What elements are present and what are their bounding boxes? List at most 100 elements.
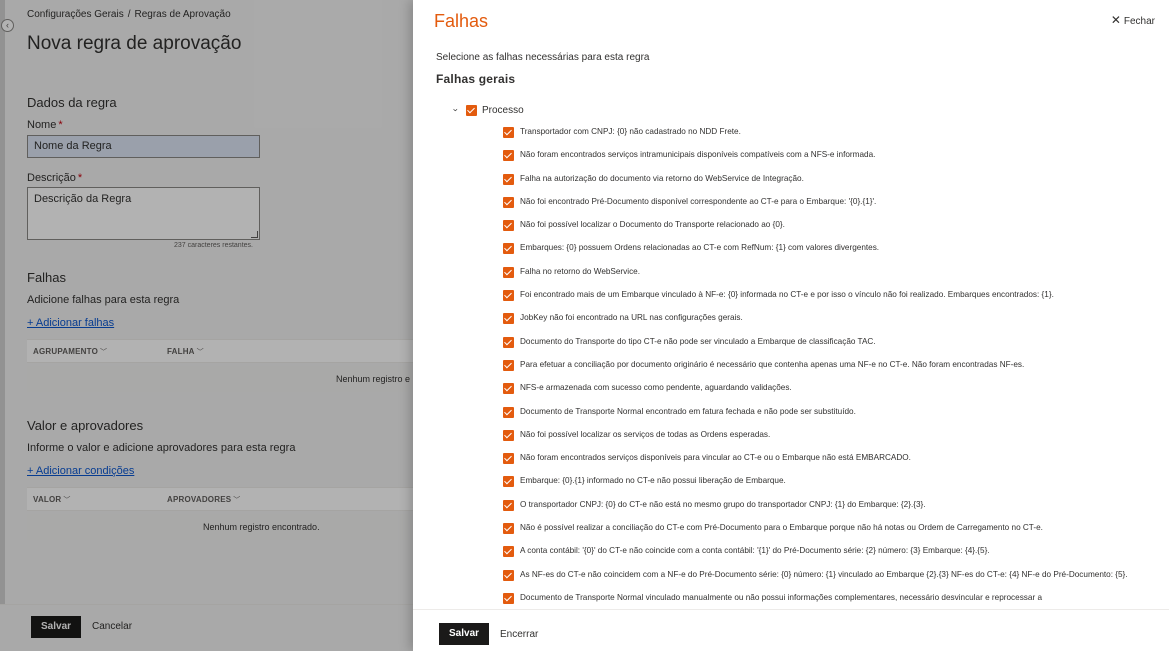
- falha-item[interactable]: Para efetuar a conciliação por documento…: [503, 359, 1143, 371]
- checkmark-icon[interactable]: [503, 243, 514, 255]
- checkmark-icon[interactable]: [503, 196, 514, 208]
- breadcrumb-separator: /: [127, 9, 131, 20]
- column-header-agrupamento[interactable]: AGRUPAMENTO ﹀: [33, 347, 107, 357]
- description-textarea[interactable]: Descrição da Regra: [27, 187, 260, 240]
- falha-item[interactable]: Falha no retorno do WebService.: [503, 266, 1143, 278]
- valor-description: Informe o valor e adicione aprovadores p…: [27, 442, 296, 454]
- empty-message: Nenhum registro encontrado.: [203, 522, 320, 532]
- required-mark: *: [58, 119, 63, 131]
- checkmark-icon[interactable]: [503, 429, 514, 441]
- cancel-button[interactable]: Cancelar: [92, 621, 132, 632]
- valor-table-header: VALOR ﹀ APROVADORES ﹀: [27, 487, 413, 511]
- checkmark-icon[interactable]: [503, 313, 514, 325]
- checkmark-icon[interactable]: [503, 592, 514, 604]
- char-count: 237 caracteres restantes.: [174, 242, 253, 249]
- falha-item[interactable]: NFS-e armazenada com sucesso como penden…: [503, 382, 1143, 395]
- empty-message: Nenhum registro e: [336, 374, 411, 384]
- checkmark-icon[interactable]: [503, 499, 514, 511]
- name-label: Nome *: [27, 119, 63, 131]
- save-button[interactable]: Salvar: [31, 616, 82, 638]
- falha-item[interactable]: Não foi encontrado Pré-Documento disponí…: [503, 196, 1143, 208]
- falha-item-label: Transportador com CNPJ: {0} não cadastra…: [520, 127, 741, 136]
- checkmark-icon[interactable]: [503, 383, 514, 395]
- name-label-text: Nome: [27, 119, 57, 131]
- falha-item-label: Documento de Transporte Normal encontrad…: [520, 406, 856, 416]
- falha-item[interactable]: Não foram encontrados serviços disponíve…: [503, 452, 1143, 465]
- add-falhas-link[interactable]: + Adicionar falhas: [27, 317, 114, 329]
- panel-footer: Salvar Encerrar: [413, 609, 1169, 651]
- checkmark-icon[interactable]: [503, 476, 514, 488]
- falha-item-label: Não foram encontrados serviços intramuni…: [520, 150, 876, 160]
- breadcrumb-item-configuracoes[interactable]: Configurações Gerais: [27, 9, 124, 20]
- checkmark-icon[interactable]: [503, 453, 514, 465]
- falha-item-label: Para efetuar a conciliação por documento…: [520, 359, 1025, 369]
- falha-item[interactable]: Foi encontrado mais de um Embarque vincu…: [503, 289, 1143, 302]
- falha-item[interactable]: Não foi possível localizar os serviços d…: [503, 429, 1143, 441]
- column-header-aprovadores[interactable]: APROVADORES ﹀: [167, 495, 241, 505]
- name-input[interactable]: Nome da Regra: [27, 135, 260, 158]
- falha-item[interactable]: Embarques: {0} possuem Ordens relacionad…: [503, 242, 1143, 255]
- falha-item[interactable]: Documento do Transporte do tipo CT-e não…: [503, 336, 1143, 348]
- falha-item-label: As NF-es do CT-e não coincidem com a NF-…: [520, 569, 1128, 579]
- falha-item-label: Não foi encontrado Pré-Documento disponí…: [520, 196, 877, 206]
- add-condicoes-link[interactable]: + Adicionar condições: [27, 465, 134, 477]
- page-title: Nova regra de aprovação: [27, 33, 242, 54]
- description-label-text: Descrição: [27, 172, 76, 184]
- falha-item-label: Documento de Transporte Normal vinculado…: [520, 592, 1042, 602]
- falha-item-label: NFS-e armazenada com sucesso como penden…: [520, 383, 792, 393]
- falha-item[interactable]: Transportador com CNPJ: {0} não cadastra…: [503, 126, 1143, 138]
- collapse-nav-icon[interactable]: ‹: [1, 19, 14, 32]
- falhas-table-empty-row: Nenhum registro e: [27, 366, 413, 392]
- panel-close-button[interactable]: Encerrar: [500, 629, 538, 640]
- falha-item-label: A conta contábil: '{0}' do CT-e não coin…: [520, 546, 990, 556]
- falha-item-label: Foi encontrado mais de um Embarque vincu…: [520, 290, 1054, 300]
- falha-item[interactable]: Não é possível realizar a conciliação do…: [503, 522, 1143, 535]
- checkmark-icon[interactable]: [503, 127, 514, 138]
- breadcrumb-item-regras[interactable]: Regras de Aprovação: [135, 9, 231, 20]
- form-footer: Salvar Cancelar: [0, 604, 413, 651]
- falha-item[interactable]: Documento de Transporte Normal encontrad…: [503, 406, 1143, 418]
- chevron-down-icon: ﹀: [233, 497, 241, 504]
- checkmark-icon[interactable]: [503, 569, 514, 581]
- group-checkbox[interactable]: [466, 104, 477, 116]
- checkmark-icon[interactable]: [503, 266, 514, 278]
- falha-item[interactable]: JobKey não foi encontrado na URL nas con…: [503, 312, 1143, 325]
- falha-item[interactable]: Não foi possível localizar o Documento d…: [503, 219, 1143, 232]
- description-value: Descrição da Regra: [34, 193, 132, 205]
- column-header-falha[interactable]: FALHA ﹀: [167, 347, 204, 357]
- chevron-down-icon: ﹀: [196, 349, 204, 356]
- valor-table-empty-row: Nenhum registro encontrado.: [27, 514, 413, 540]
- group-label: Processo: [482, 104, 524, 116]
- checkmark-icon[interactable]: [503, 406, 514, 418]
- falha-item[interactable]: Falha na autorização do documento via re…: [503, 173, 1143, 185]
- checkmark-icon[interactable]: [503, 546, 514, 558]
- chevron-down-icon: ﹀: [100, 349, 108, 356]
- falha-item[interactable]: Não foram encontrados serviços intramuni…: [503, 149, 1143, 162]
- column-header-valor[interactable]: VALOR ﹀: [33, 495, 71, 505]
- falha-item[interactable]: A conta contábil: '{0}' do CT-e não coin…: [503, 545, 1143, 558]
- checkmark-icon[interactable]: [503, 290, 514, 302]
- falha-item[interactable]: Embarque: {0}.{1} informado no CT-e não …: [503, 475, 1143, 488]
- checkmark-icon[interactable]: [503, 220, 514, 232]
- close-button[interactable]: ✕ Fechar: [1111, 13, 1155, 27]
- checkmark-icon[interactable]: [503, 150, 514, 162]
- falha-item[interactable]: As NF-es do CT-e não coincidem com a NF-…: [503, 569, 1143, 581]
- section-title-valor: Valor e aprovadores: [27, 418, 144, 433]
- resize-handle-icon[interactable]: [251, 231, 258, 238]
- panel-save-button[interactable]: Salvar: [439, 623, 490, 645]
- falha-item-label: Embarque: {0}.{1} informado no CT-e não …: [520, 476, 786, 486]
- checkmark-icon[interactable]: [503, 336, 514, 348]
- checkmark-icon[interactable]: [503, 173, 514, 185]
- falha-item-label: Não foi possível localizar os serviços d…: [520, 429, 771, 439]
- rule-form-page: ‹ Configurações Gerais / Regras de Aprovaç…: [0, 0, 413, 651]
- close-icon: ✕: [1110, 13, 1121, 27]
- tree-group-processo: › Processo: [450, 102, 524, 118]
- chevron-down-icon[interactable]: ›: [451, 104, 461, 116]
- close-label: Fechar: [1123, 16, 1155, 27]
- description-label: Descrição *: [27, 172, 82, 184]
- falha-item[interactable]: Documento de Transporte Normal vinculado…: [503, 592, 1143, 604]
- checkmark-icon[interactable]: [503, 523, 514, 535]
- falha-item[interactable]: O transportador CNPJ: {0} do CT-e não es…: [503, 499, 1143, 511]
- checkmark-icon[interactable]: [503, 359, 514, 371]
- panel-title: Falhas: [434, 11, 489, 31]
